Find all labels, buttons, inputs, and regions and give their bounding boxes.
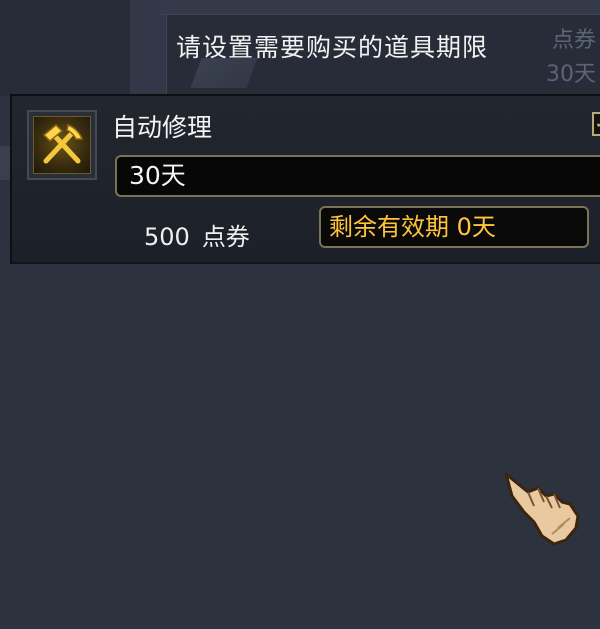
background-price: 点券 30天 (546, 24, 596, 92)
item-name: 自动修理 (112, 113, 213, 142)
background-price-period: 30天 (546, 62, 596, 87)
hammer-pickaxe-icon (33, 116, 91, 174)
remaining-validity: 剩余有效期 0天 (319, 206, 589, 248)
item-row: 自动修理 ✓ 30天 500 点券 剩余有效期 0天 (10, 94, 600, 264)
period-dropdown[interactable]: 30天 (115, 155, 600, 197)
checkbox-icon[interactable]: ✓ (592, 112, 600, 136)
background-price-unit: 点券 (551, 28, 596, 53)
pointing-hand-cursor-icon (498, 466, 588, 550)
price-unit: 点券 (201, 223, 250, 251)
item-icon-frame[interactable] (27, 110, 97, 180)
item-price: 500 点券 (144, 217, 250, 252)
dialog-prompt: 请设置需要购买的道具期限 (176, 33, 489, 62)
price-value: 500 (144, 223, 190, 251)
background-header-strip (160, 0, 600, 15)
